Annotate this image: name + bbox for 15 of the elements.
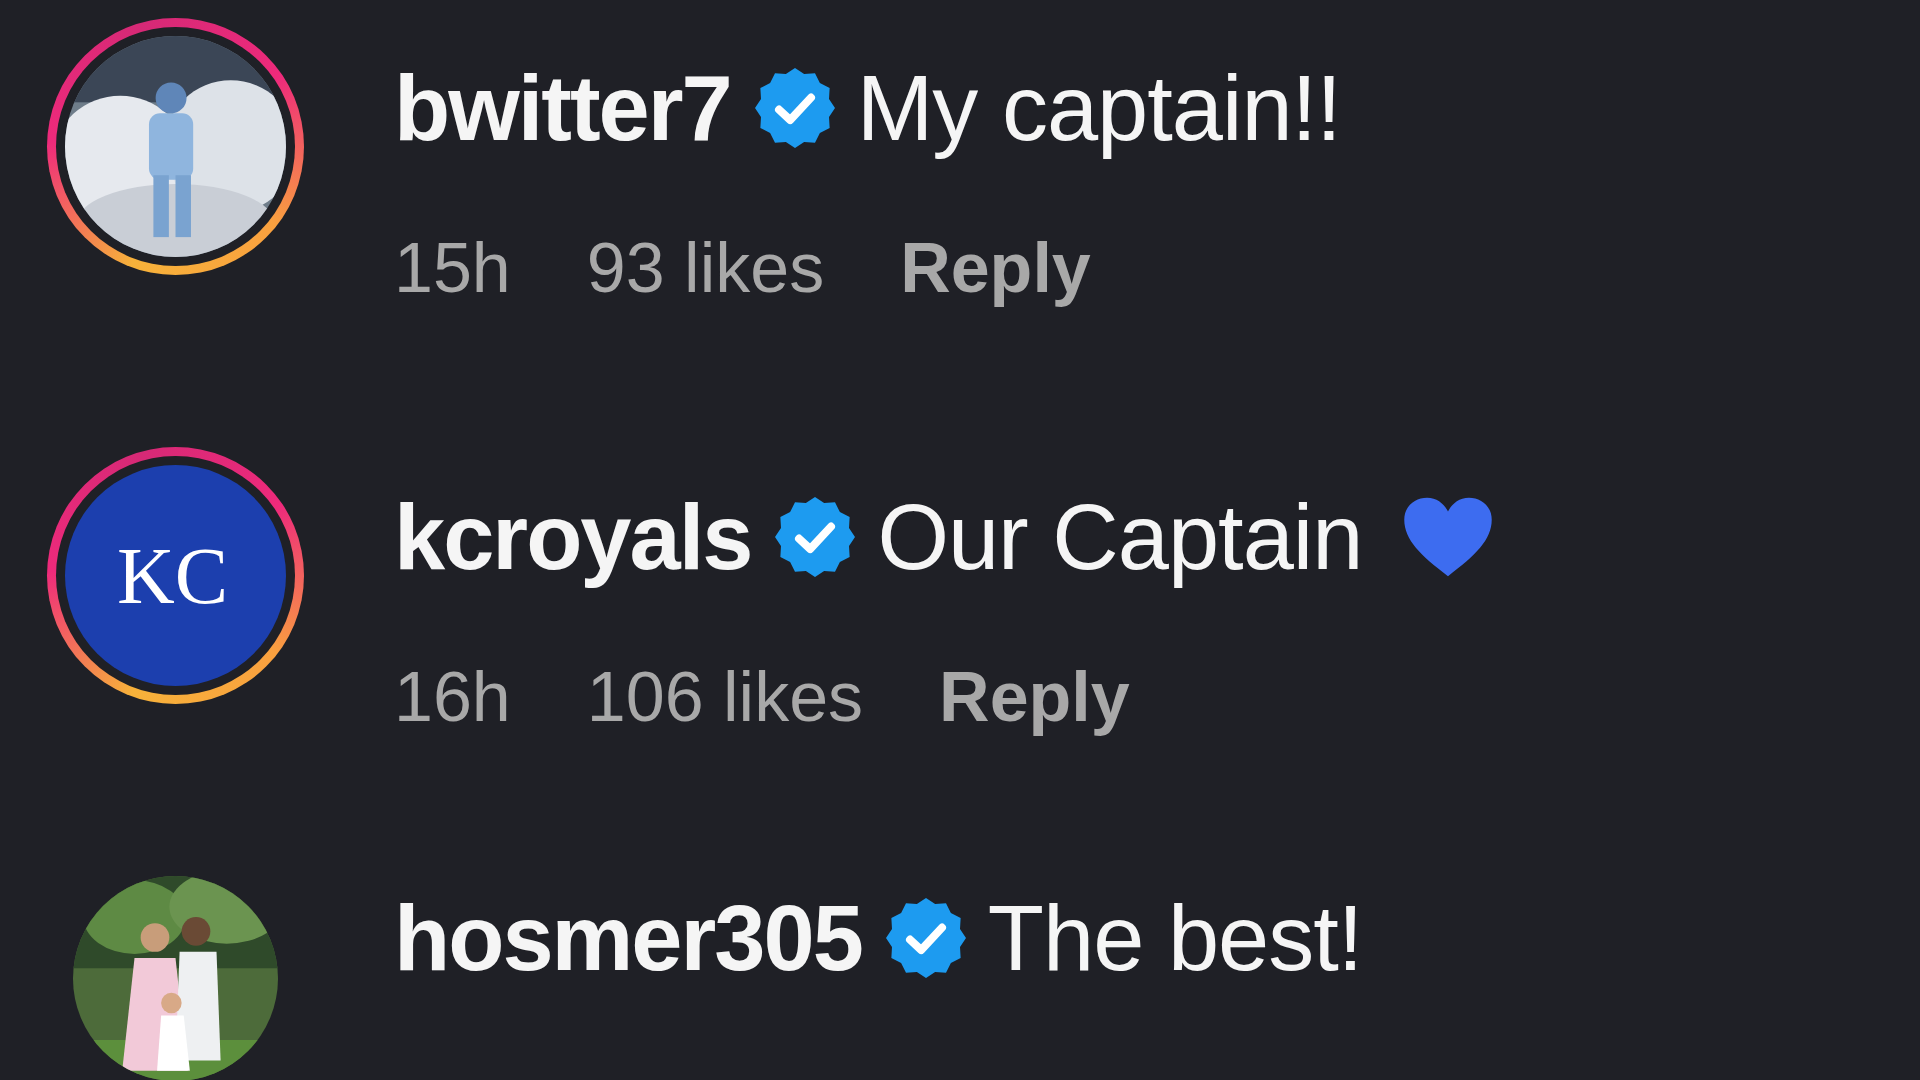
team-logo: KC xyxy=(65,465,286,686)
comment-text: My captain!! xyxy=(856,56,1341,161)
username[interactable]: kcroyals xyxy=(394,468,752,606)
username[interactable]: hosmer305 xyxy=(394,869,862,1007)
avatar[interactable]: KC xyxy=(47,447,304,704)
reply-link[interactable]: Reply xyxy=(900,215,1091,321)
username[interactable]: bwitter7 xyxy=(394,39,731,177)
heart-icon xyxy=(1402,496,1495,578)
comment-text: The best! xyxy=(987,886,1363,991)
comment-time: 16h xyxy=(394,656,511,738)
comment-text: Our Captain xyxy=(877,485,1363,590)
likes-count[interactable]: 93 likes xyxy=(586,215,825,321)
likes-count[interactable]: 106 likes xyxy=(586,644,864,750)
comment-time: 15h xyxy=(394,227,511,309)
reply-link[interactable]: Reply xyxy=(939,644,1130,750)
